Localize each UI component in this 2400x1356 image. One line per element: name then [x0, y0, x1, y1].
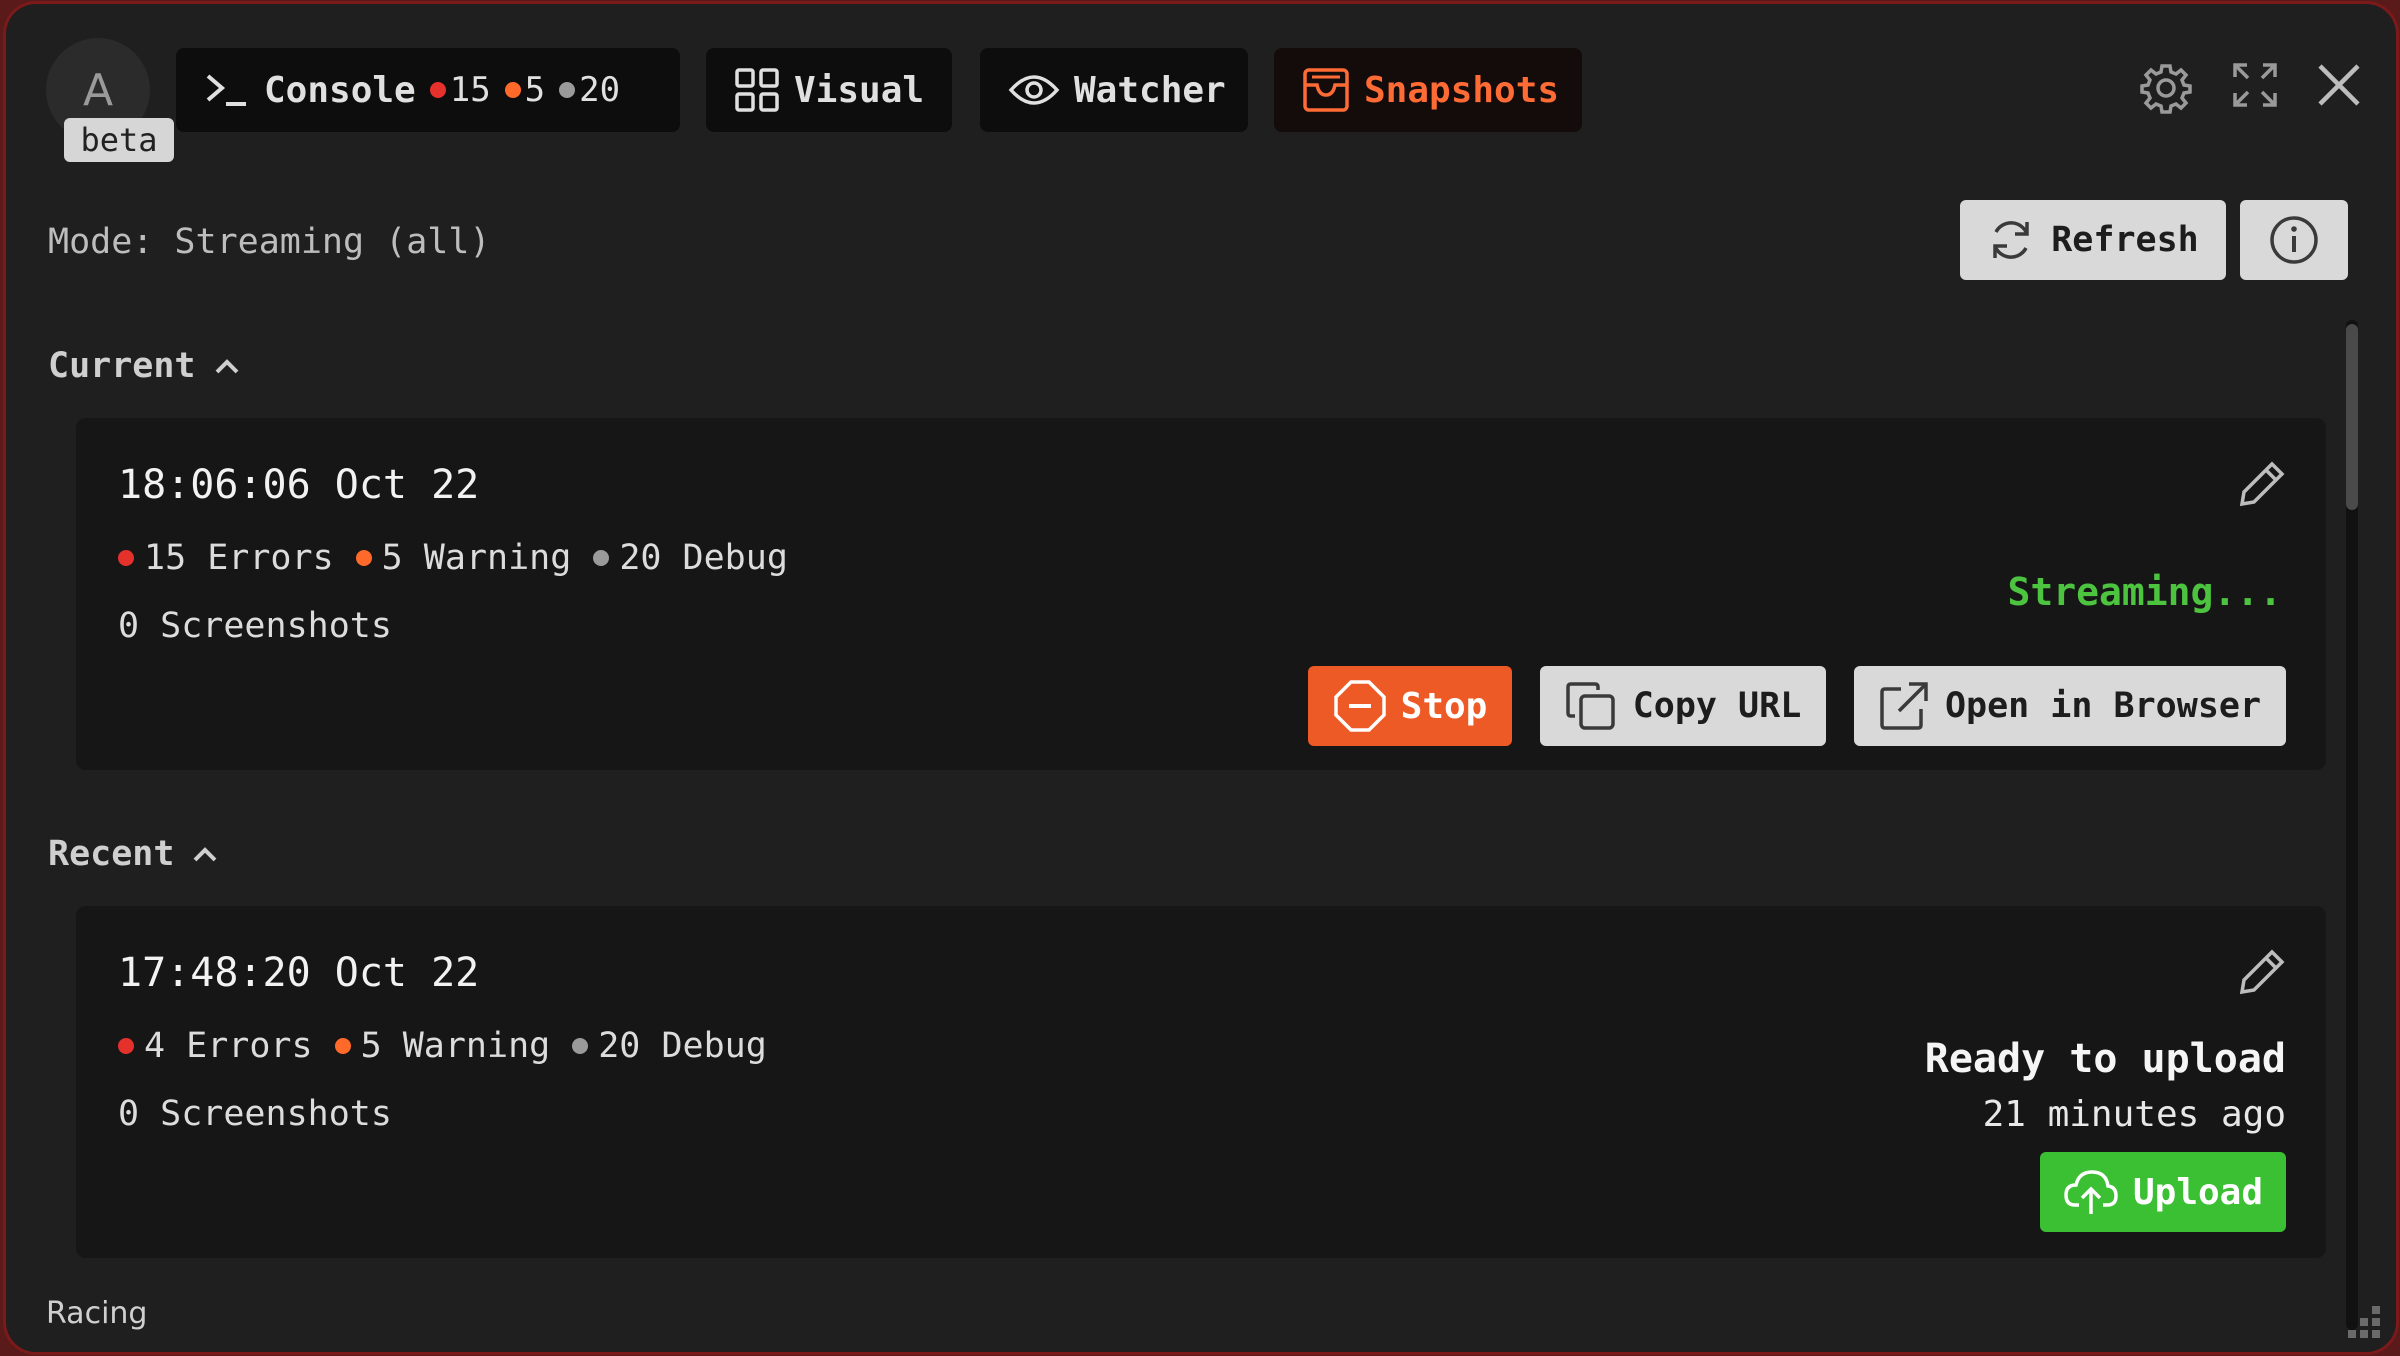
upload-button[interactable]: Upload: [2040, 1152, 2286, 1232]
upload-label: Upload: [2132, 1171, 2264, 1213]
snapshot-time: 18:06:06 Oct 22: [118, 462, 480, 508]
stop-button[interactable]: Stop: [1308, 666, 1512, 746]
tab-snapshots-label: Snapshots: [1364, 69, 1560, 111]
open-in-browser-label: Open in Browser: [1944, 686, 2262, 726]
external-link-icon: [1880, 682, 1928, 730]
info-icon: [2270, 216, 2318, 264]
error-count: 15 Errors: [118, 538, 334, 578]
recent-section-label: Recent: [48, 834, 175, 874]
refresh-label: Refresh: [2051, 220, 2199, 260]
tab-visual[interactable]: Visual: [706, 48, 952, 132]
refresh-icon: [1993, 221, 2029, 259]
resize-handle-icon[interactable]: [2340, 1302, 2384, 1346]
screenshot-count: 0 Screenshots: [118, 1094, 392, 1134]
avatar-letter: A: [82, 64, 114, 116]
grid-icon: [735, 68, 779, 112]
stop-icon: [1333, 680, 1386, 732]
refresh-button[interactable]: Refresh: [1960, 200, 2226, 280]
recent-snapshot-card: 17:48:20 Oct 22 4 Errors 5 Warning 20 De…: [76, 906, 2326, 1258]
open-in-browser-button[interactable]: Open in Browser: [1854, 666, 2286, 746]
mode-label: Mode: Streaming (all): [48, 222, 491, 262]
cloud-upload-icon: [2064, 1170, 2118, 1214]
gear-icon[interactable]: [2140, 62, 2192, 114]
upload-status: Ready to upload: [1924, 1036, 2286, 1082]
time-ago: 21 minutes ago: [1982, 1094, 2286, 1135]
debug-dot-icon: [593, 550, 610, 566]
debug-dot-icon: [572, 1038, 589, 1054]
copy-url-button[interactable]: Copy URL: [1540, 666, 1826, 746]
console-debug-count: 20: [559, 70, 620, 110]
debug-dot-icon: [559, 82, 576, 98]
warning-dot-icon: [334, 1038, 351, 1054]
top-bar: A beta Console 15 5 20 Visual Watcher Sn…: [6, 4, 2396, 184]
footer-status: Racing: [46, 1296, 148, 1331]
warning-count: 5 Warning: [355, 538, 571, 578]
screenshot-count: 0 Screenshots: [118, 606, 392, 646]
error-dot-icon: [118, 550, 134, 566]
pencil-icon[interactable]: [2238, 460, 2286, 508]
eye-icon: [1008, 75, 1060, 105]
warning-dot-icon: [355, 550, 372, 566]
error-dot-icon: [118, 1038, 134, 1054]
stop-label: Stop: [1400, 685, 1488, 727]
copy-icon: [1565, 682, 1615, 730]
console-error-count: 15: [429, 70, 491, 110]
tab-watcher[interactable]: Watcher: [980, 48, 1248, 132]
snapshots-window: A beta Console 15 5 20 Visual Watcher Sn…: [6, 4, 2396, 1352]
debug-count: 20 Debug: [593, 538, 788, 578]
chevron-up-icon: [194, 847, 217, 862]
streaming-status: Streaming...: [2007, 570, 2282, 614]
beta-badge: beta: [64, 118, 174, 162]
info-button[interactable]: [2240, 200, 2348, 280]
fullscreen-icon[interactable]: [2232, 62, 2278, 108]
inbox-tray-icon: [1303, 68, 1349, 112]
terminal-prompt-icon: [206, 74, 246, 106]
close-icon[interactable]: [2316, 62, 2362, 108]
tab-snapshots[interactable]: Snapshots: [1274, 48, 1582, 132]
debug-count: 20 Debug: [572, 1026, 767, 1066]
current-section-label: Current: [48, 346, 196, 386]
error-count: 4 Errors: [118, 1026, 313, 1066]
chevron-up-icon: [215, 359, 238, 374]
snapshot-time: 17:48:20 Oct 22: [118, 950, 480, 996]
console-warning-count: 5: [504, 70, 545, 110]
copy-url-label: Copy URL: [1632, 686, 1802, 726]
recent-section-header[interactable]: Recent: [48, 834, 218, 874]
current-snapshot-card: 18:06:06 Oct 22 15 Errors 5 Warning 20 D…: [76, 418, 2326, 770]
pencil-icon[interactable]: [2238, 948, 2286, 996]
warning-dot-icon: [504, 82, 521, 98]
current-section-header[interactable]: Current: [48, 346, 240, 386]
scrollbar-thumb[interactable]: [2346, 324, 2358, 510]
tab-watcher-label: Watcher: [1074, 69, 1226, 111]
snapshot-stats: 15 Errors 5 Warning 20 Debug: [118, 538, 788, 578]
tab-console-label: Console: [264, 69, 416, 111]
snapshot-stats: 4 Errors 5 Warning 20 Debug: [118, 1026, 767, 1066]
tab-console[interactable]: Console 15 5 20: [176, 48, 680, 132]
warning-count: 5 Warning: [334, 1026, 550, 1066]
error-dot-icon: [429, 82, 446, 98]
tab-visual-label: Visual: [794, 69, 925, 111]
